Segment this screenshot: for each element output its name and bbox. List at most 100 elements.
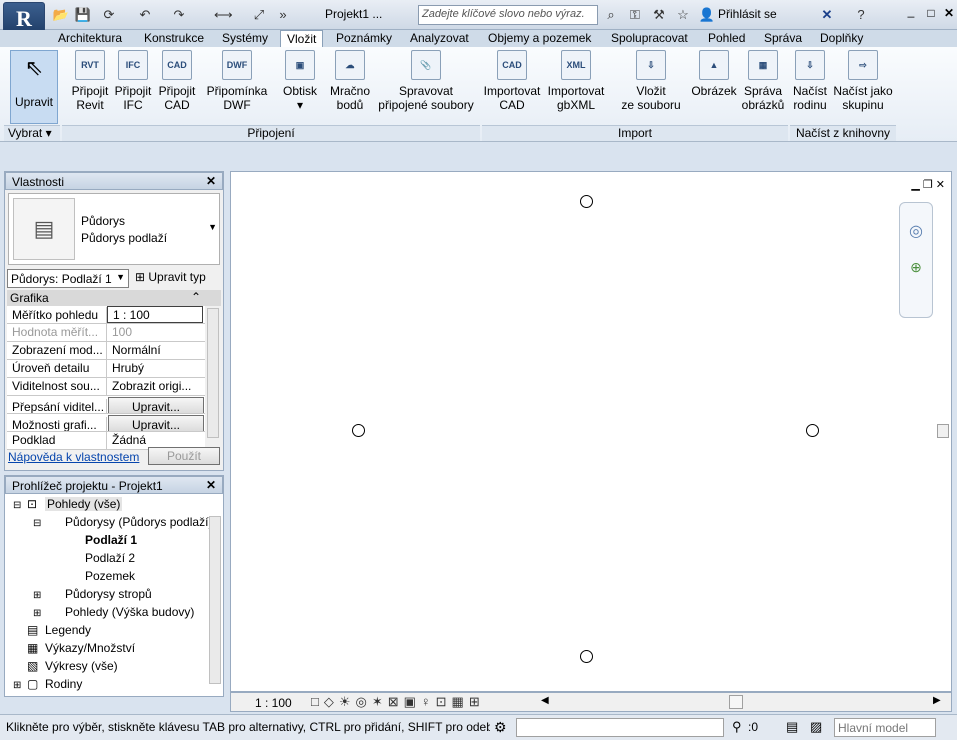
tree-item[interactable]: ⊟ ⊡ Pohledy (vše) (5, 497, 223, 515)
scroll-left-icon[interactable]: ◀ (541, 695, 549, 706)
tab-2[interactable]: Systémy (216, 30, 274, 47)
close-icon[interactable]: ✕ (206, 174, 216, 188)
elevation-marker-south[interactable] (580, 650, 593, 663)
minimize-icon[interactable]: ▁ (911, 179, 919, 191)
restore-icon[interactable]: ❐ (923, 179, 933, 191)
edit-type-button[interactable]: ⊞ Upravit typ (135, 270, 206, 284)
close-icon[interactable]: ✕ (940, 6, 957, 24)
property-value[interactable]: Hrubý (107, 360, 149, 377)
view-selector[interactable]: Půdorys: Podlaží 1 ▼ (7, 269, 129, 288)
ribbon-button-1[interactable]: IFC Připojit IFC (112, 50, 154, 112)
view-control-icons[interactable]: □◇☀◎✶⊠▣♀⊡▦⊞ (311, 694, 485, 710)
close-icon[interactable]: ✕ (936, 179, 945, 191)
tab-9[interactable]: Správa (758, 30, 808, 47)
sync-icon[interactable]: ⟳ (100, 6, 118, 24)
tree-item[interactable]: ⊞ Pohledy (Výška budovy) (5, 605, 223, 623)
ribbon-button-2[interactable]: CAD Připojit CAD (156, 50, 198, 112)
properties-help-link[interactable]: Nápověda k vlastnostem (8, 450, 139, 464)
ribbon-button-7[interactable]: CAD Importovat CAD (480, 50, 544, 112)
save-icon[interactable]: 💾 (74, 6, 92, 24)
elevation-marker-west[interactable] (352, 424, 365, 437)
tree-item[interactable]: ▧ Výkresy (vše) (5, 659, 223, 677)
elevation-marker-north[interactable] (580, 195, 593, 208)
property-value[interactable]: 100 (107, 324, 137, 341)
property-value[interactable]: Zobrazit origi... (107, 378, 196, 395)
maximize-icon[interactable]: □ (922, 6, 940, 24)
subscription-icon[interactable]: ⚒ (650, 6, 668, 24)
ribbon-button-8[interactable]: XML Importovat gbXML (544, 50, 608, 112)
zoom-icon[interactable]: ⊕ (900, 259, 932, 276)
tab-1[interactable]: Konstrukce (138, 30, 210, 47)
tree-item[interactable]: Podlaží 2 (5, 551, 223, 569)
vertical-scroll-thumb[interactable] (937, 424, 949, 438)
tab-6[interactable]: Objemy a pozemek (482, 30, 597, 47)
user-icon[interactable]: 👤 (698, 6, 716, 24)
expand-icon[interactable]: ⊞ (33, 590, 47, 601)
workset-selector[interactable] (516, 718, 724, 737)
tree-item[interactable]: ⊞ ▢ Rodiny (5, 677, 223, 695)
tree-item[interactable]: ⊞ Půdorysy stropů (5, 587, 223, 605)
tab-7[interactable]: Spolupracovat (605, 30, 694, 47)
steering-wheel-icon[interactable]: ◎ (900, 221, 932, 241)
tree-item[interactable]: Podlaží 1 (5, 533, 223, 551)
editable-only-icon[interactable]: ▤ (786, 719, 798, 735)
property-value[interactable]: Žádná (107, 432, 151, 449)
ribbon-button-11[interactable]: ▦ Správa obrázků (738, 50, 788, 112)
ribbon-button-13[interactable]: ⇨ Načíst jako skupinu (832, 50, 894, 112)
elevation-marker-east[interactable] (806, 424, 819, 437)
apply-button[interactable]: Použít (148, 447, 220, 465)
browser-scrollbar[interactable] (209, 516, 221, 684)
ribbon-button-9[interactable]: ⇩ Vložit ze souboru (618, 50, 684, 112)
modify-button[interactable]: ⇖ Upravit (10, 50, 58, 124)
tree-item[interactable]: ⊟ Půdorysy (Půdorys podlaží) (5, 515, 223, 533)
star-icon[interactable]: ☆ (674, 6, 692, 24)
panel-select[interactable]: Vybrat ▾ (4, 125, 60, 141)
expand-icon[interactable]: ⊞ (13, 680, 27, 691)
filter-icon[interactable]: ⚲ (732, 719, 742, 735)
tab-4[interactable]: Poznámky (330, 30, 398, 47)
redo-icon[interactable]: ↷ (170, 6, 188, 24)
tab-8[interactable]: Pohled (702, 30, 751, 47)
tab-10[interactable]: Doplňky (814, 30, 869, 47)
ribbon-button-0[interactable]: RVT Připojit Revit (68, 50, 112, 112)
dimension-icon[interactable]: ⤢ (250, 6, 268, 24)
close-icon[interactable]: ✕ (206, 478, 216, 492)
tab-5[interactable]: Analyzovat (404, 30, 475, 47)
property-value[interactable]: Normální (107, 342, 166, 359)
tree-item[interactable]: ▤ Legendy (5, 623, 223, 641)
more-icon[interactable]: » (274, 6, 292, 24)
ribbon-button-10[interactable]: ▲ Obrázek (688, 50, 740, 98)
binoculars-icon[interactable]: ⌕ (602, 6, 620, 24)
tab-3[interactable]: Vložit (280, 30, 324, 47)
horizontal-scroll-thumb[interactable] (729, 695, 743, 709)
minimize-icon[interactable]: _ (902, 4, 920, 22)
drawing-area[interactable]: ▁ ❐ ✕ ◎ ⊕ (230, 171, 952, 692)
ribbon-button-6[interactable]: 📎 Spravovat připojené soubory (376, 50, 476, 112)
help-icon[interactable]: ? (852, 6, 870, 24)
key-icon[interactable]: ⚿ (626, 6, 644, 24)
tab-0[interactable]: Architektura (52, 30, 128, 47)
design-option-selector[interactable]: Hlavní model (834, 718, 936, 737)
ribbon-button-12[interactable]: ⇩ Načíst rodinu (790, 50, 830, 112)
exchange-icon[interactable]: ✕ (818, 6, 836, 24)
expand-icon[interactable]: ⊟ (13, 500, 27, 511)
ribbon-button-5[interactable]: ☁ Mračno bodů (328, 50, 372, 112)
property-value[interactable]: 1 : 100 (107, 306, 203, 323)
design-options-icon[interactable]: ▨ (810, 719, 822, 735)
scroll-right-icon[interactable]: ▶ (933, 695, 941, 706)
section-graphics[interactable]: Grafika ⌃ (7, 290, 221, 306)
expand-icon[interactable]: ⊟ (33, 518, 47, 529)
measure-icon[interactable]: ⟷ (214, 6, 233, 24)
ribbon-button-4[interactable]: ▣ Obtisk ▾ (278, 50, 322, 112)
search-input[interactable]: Zadejte klíčové slovo nebo výraz. (418, 5, 598, 25)
view-scale[interactable]: 1 : 100 (255, 696, 292, 710)
undo-icon[interactable]: ↶ (136, 6, 154, 24)
properties-scrollbar[interactable] (207, 308, 219, 438)
sign-in-link[interactable]: Přihlásit se (718, 7, 777, 21)
open-icon[interactable]: 📂 (52, 6, 70, 24)
type-selector-preview[interactable]: ▤ Půdorys Půdorys podlaží ▼ (8, 193, 220, 265)
tree-item[interactable]: Pozemek (5, 569, 223, 587)
property-value[interactable]: Upravit... (108, 397, 204, 413)
expand-icon[interactable]: ⊞ (33, 608, 47, 619)
worksets-icon[interactable]: ⚙ (494, 719, 507, 736)
